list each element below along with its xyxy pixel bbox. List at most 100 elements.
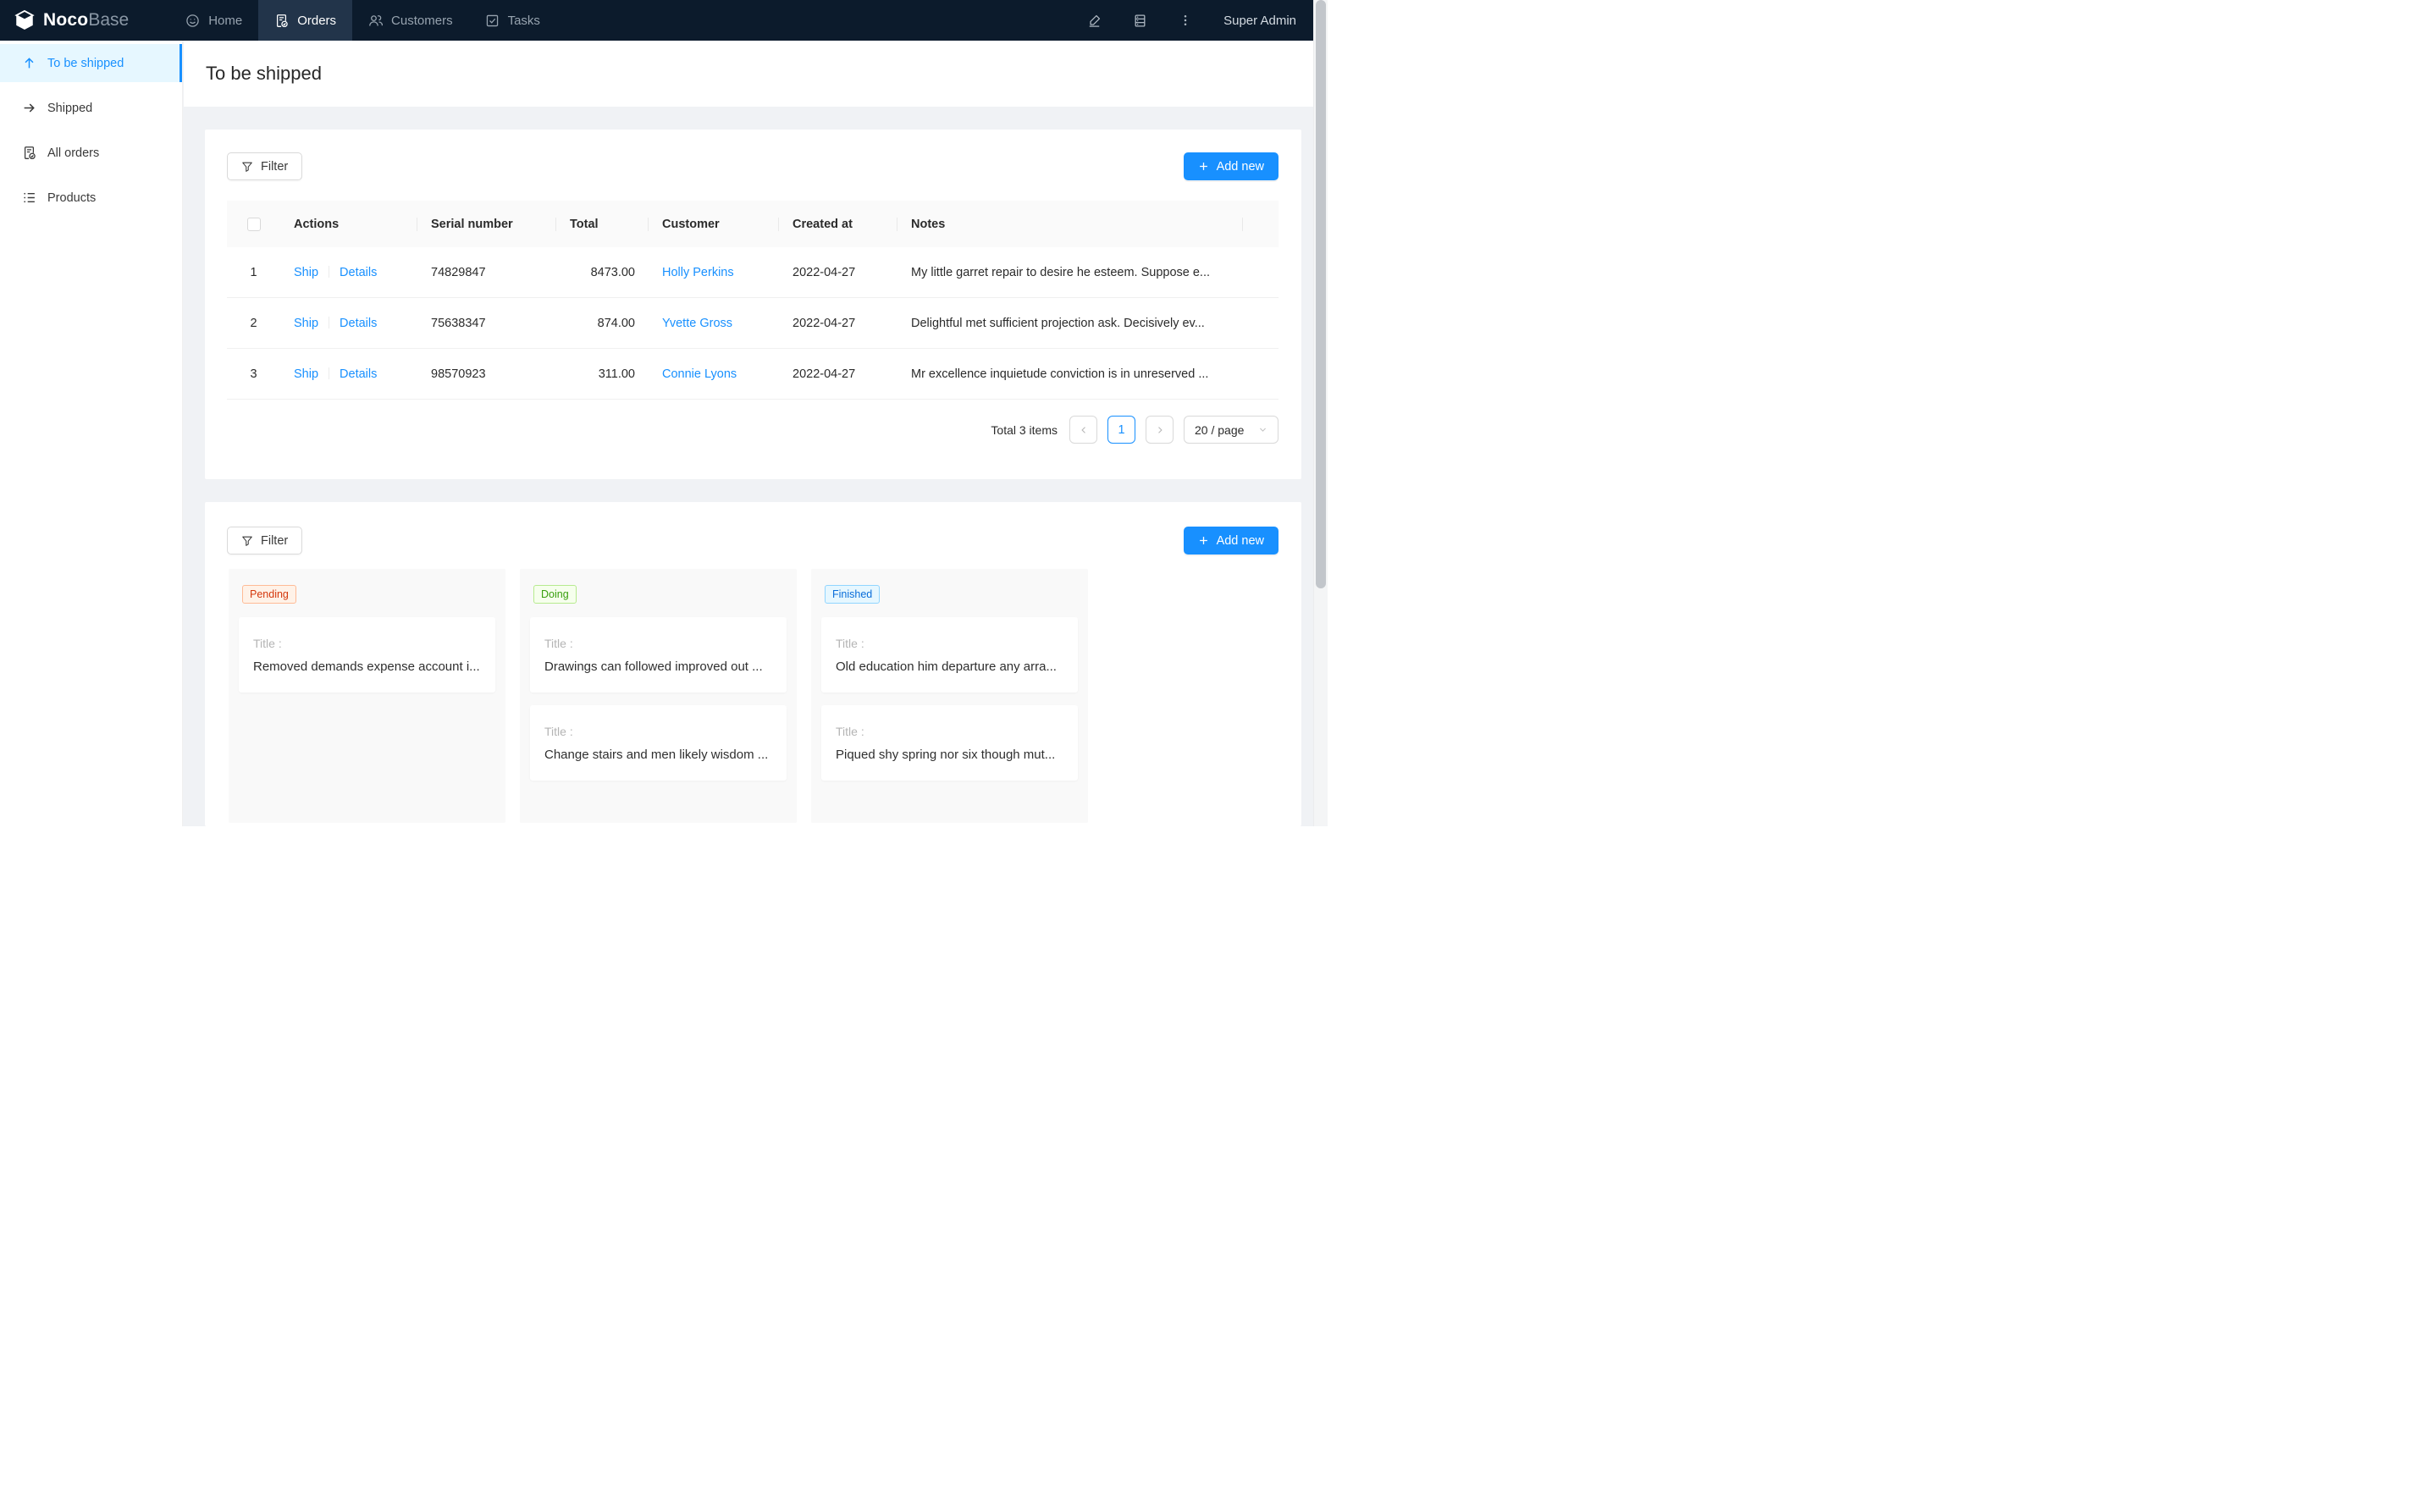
created-at-cell: 2022-04-27 [779,317,897,330]
total-cell: 874.00 [556,317,649,330]
user-menu[interactable]: Super Admin [1223,14,1296,28]
add-new-button-label: Add new [1217,160,1264,174]
created-at-cell: 2022-04-27 [779,266,897,279]
serial-number-cell: 98570923 [417,367,556,381]
nav-tab-tasks[interactable]: Tasks [469,0,556,41]
kanban-card-item[interactable]: Title : Removed demands expense account … [239,617,495,693]
card-field-label: Title : [544,725,772,738]
more-icon[interactable] [1179,14,1192,27]
details-link[interactable]: Details [340,266,377,279]
page-size-select[interactable]: 20 / page [1184,416,1279,444]
filter-icon [241,535,253,547]
nav-tab-home[interactable]: Home [169,0,258,41]
sidebar: To be shipped Shipped All orders [0,41,183,826]
highlighter-icon[interactable] [1087,14,1102,28]
filter-button-label: Filter [261,534,288,548]
notes-cell: Delightful met sufficient projection ask… [897,317,1243,330]
nav-tab-customers[interactable]: Customers [352,0,469,41]
filter-button[interactable]: Filter [227,152,302,180]
row-index: 1 [227,266,280,279]
kanban-column-finished: Finished Title : Old education him depar… [811,569,1088,823]
ship-link[interactable]: Ship [294,266,318,279]
sidebar-item-products[interactable]: Products [0,179,182,217]
sidebar-item-label: To be shipped [47,57,124,70]
kanban-tag-1: Doing [533,585,577,604]
kanban-columns: Pending Title : Removed demands expense … [229,569,1301,823]
sidebar-item-shipped[interactable]: Shipped [0,89,182,127]
column-header-created-at: Created at [779,218,897,231]
page-scrollbar [1313,0,1328,826]
pagination-next-button[interactable] [1146,416,1174,444]
sidebar-item-label: Products [47,191,96,205]
add-new-button[interactable]: Add new [1184,152,1279,180]
logo-text: NocoBase [43,10,129,30]
database-icon[interactable] [1133,14,1147,28]
column-header-total: Total [556,218,649,231]
page-size-value: 20 / page [1195,423,1244,437]
sidebar-item-to-be-shipped[interactable]: To be shipped [0,44,182,82]
serial-number-cell: 75638347 [417,317,556,330]
kanban-card-item[interactable]: Title : Old education him departure any … [821,617,1078,693]
page-header: To be shipped [184,41,1317,107]
card-title: Piqued shy spring nor six though mut... [836,748,1063,762]
top-navbar: NocoBase Home [0,0,1317,41]
nav-tab-label: Orders [297,14,336,28]
details-link[interactable]: Details [340,367,377,381]
table-row: 3 Ship Details 98570923 311.00 Connie Lyo… [227,349,1279,400]
card-title: Old education him departure any arra... [836,659,1063,674]
tasks-kanban-block: Filter Add new Pending Title : Removed d… [205,502,1301,826]
table-header-row: Actions Serial number Total Customer Cre… [227,201,1279,247]
pagination-total: Total 3 items [991,423,1058,437]
card-title: Change stairs and men likely wisdom ... [544,748,772,762]
notes-cell: My little garret repair to desire he est… [897,266,1243,279]
orders-table: Actions Serial number Total Customer Cre… [227,201,1279,400]
sidebar-item-label: All orders [47,146,99,160]
card-field-label: Title : [836,637,1063,650]
kanban-filter-button[interactable]: Filter [227,527,302,555]
kanban-card-item[interactable]: Title : Drawings can followed improved o… [530,617,787,693]
sidebar-item-all-orders[interactable]: All orders [0,134,182,172]
card-field-label: Title : [253,637,481,650]
screen: NocoBase Home [0,0,1328,826]
customer-link[interactable]: Holly Perkins [662,266,734,279]
arrow-right-icon [22,101,36,115]
kanban-card-item[interactable]: Title : Change stairs and men likely wis… [530,705,787,781]
plus-icon [1198,535,1209,546]
kanban-add-new-button[interactable]: Add new [1184,527,1279,555]
card-title: Drawings can followed improved out ... [544,659,772,674]
kanban-column-pending: Pending Title : Removed demands expense … [229,569,505,823]
customer-link[interactable]: Connie Lyons [662,367,737,381]
nav-tab-label: Customers [391,14,453,28]
nav-tabs: Home Orders [169,0,556,41]
card-title: Removed demands expense account i... [253,659,481,674]
arrow-up-icon [22,56,36,70]
ship-link[interactable]: Ship [294,317,318,330]
pagination: Total 3 items 1 20 / page [205,416,1279,444]
kanban-toolbar: Filter Add new [205,502,1301,555]
navbar-right: Super Admin [1087,0,1317,41]
customer-link[interactable]: Yvette Gross [662,317,732,330]
details-link[interactable]: Details [340,317,377,330]
nocobase-logo[interactable]: NocoBase [0,0,144,41]
kanban-card-item[interactable]: Title : Piqued shy spring nor six though… [821,705,1078,781]
pagination-page-1[interactable]: 1 [1107,416,1135,444]
card-field-label: Title : [544,637,772,650]
row-index: 3 [227,367,280,381]
nav-tab-label: Home [208,14,242,28]
add-new-button-label: Add new [1217,534,1264,548]
check-square-icon [485,14,500,28]
scrollbar-thumb[interactable] [1316,0,1326,588]
select-all-checkbox[interactable] [247,218,261,231]
column-header-notes: Notes [897,218,1243,231]
nav-tab-orders[interactable]: Orders [258,0,352,41]
row-index: 2 [227,317,280,330]
ship-link[interactable]: Ship [294,367,318,381]
pagination-prev-button[interactable] [1069,416,1097,444]
total-cell: 311.00 [556,367,649,381]
column-header-actions: Actions [280,218,417,231]
table-row: 2 Ship Details 75638347 874.00 Yvette Gro… [227,298,1279,349]
card-field-label: Title : [836,725,1063,738]
column-header-serial-number: Serial number [417,218,556,231]
table-toolbar: Filter Add new [205,130,1301,180]
filter-button-label: Filter [261,160,288,174]
